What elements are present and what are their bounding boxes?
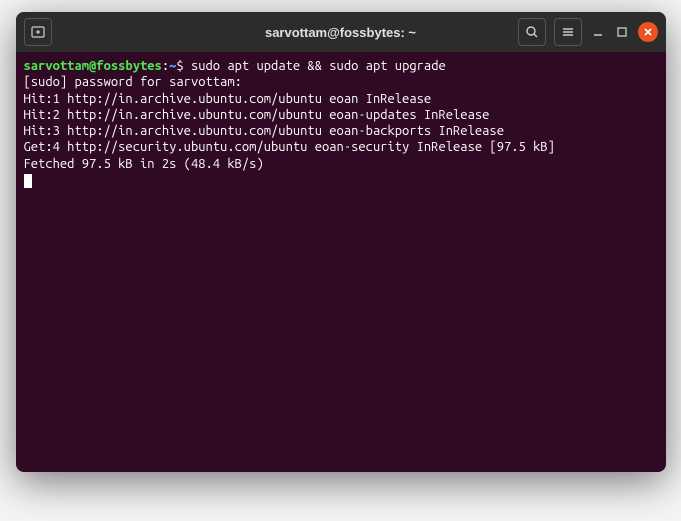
close-icon	[643, 27, 653, 37]
cursor	[24, 174, 32, 188]
new-tab-button[interactable]	[24, 18, 52, 46]
command-text: sudo apt update && sudo apt upgrade	[191, 59, 446, 73]
search-icon	[525, 25, 539, 39]
terminal-body[interactable]: sarvottam@fossbytes:~$ sudo apt update &…	[16, 52, 666, 472]
titlebar-right	[518, 18, 658, 46]
output-line: Fetched 97.5 kB in 2s (48.4 kB/s)	[24, 156, 658, 172]
close-button[interactable]	[638, 22, 658, 42]
menu-button[interactable]	[554, 18, 582, 46]
titlebar: sarvottam@fossbytes: ~	[16, 12, 666, 52]
prompt-user-host: sarvottam@fossbytes	[24, 59, 162, 73]
minimize-icon	[592, 26, 604, 38]
new-tab-icon	[31, 25, 45, 39]
prompt-line: sarvottam@fossbytes:~$ sudo apt update &…	[24, 58, 658, 74]
output-line: [sudo] password for sarvottam:	[24, 74, 658, 90]
prompt-symbol: $	[176, 59, 183, 73]
terminal-window: sarvottam@fossbytes: ~	[16, 12, 666, 472]
output-line: Hit:3 http://in.archive.ubuntu.com/ubunt…	[24, 123, 658, 139]
output-line: Get:4 http://security.ubuntu.com/ubuntu …	[24, 139, 658, 155]
minimize-button[interactable]	[590, 24, 606, 40]
hamburger-menu-icon	[561, 25, 575, 39]
output-line: Hit:2 http://in.archive.ubuntu.com/ubunt…	[24, 107, 658, 123]
maximize-icon	[616, 26, 628, 38]
maximize-button[interactable]	[614, 24, 630, 40]
cursor-line	[24, 172, 658, 188]
window-title: sarvottam@fossbytes: ~	[265, 25, 416, 40]
search-button[interactable]	[518, 18, 546, 46]
output-line: Hit:1 http://in.archive.ubuntu.com/ubunt…	[24, 91, 658, 107]
titlebar-left	[24, 18, 52, 46]
